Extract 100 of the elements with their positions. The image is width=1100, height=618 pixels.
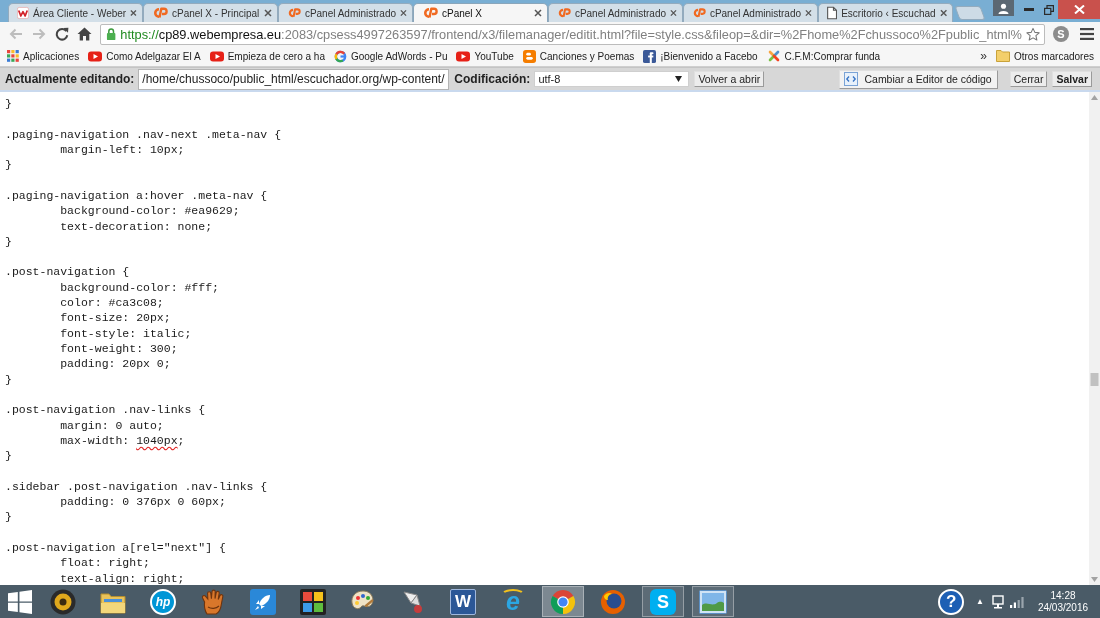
skype-icon: S: [650, 588, 676, 615]
browser-tab[interactable]: cPanel Administrado: [278, 3, 413, 22]
bookmark-folder[interactable]: Otros marcadores: [995, 50, 1094, 62]
user-button[interactable]: [993, 0, 1014, 16]
video-play-icon: [209, 50, 224, 62]
browser-tab[interactable]: cPanel Administrado: [548, 3, 683, 22]
bookmark-item[interactable]: Google AdWords - Pu: [333, 49, 448, 63]
code-line: background-color: #fff;: [59, 279, 219, 296]
glove-icon: [201, 588, 225, 615]
close-icon[interactable]: [534, 9, 542, 17]
bookmark-item[interactable]: Canciones y Poemas: [522, 49, 635, 63]
code-line: .post-navigation .nav-links {: [5, 402, 206, 418]
browser-tab[interactable]: Área Cliente - Weber: [8, 3, 143, 22]
clock-date: 24/03/2016: [1037, 601, 1089, 614]
cross-logo-icon: [766, 49, 781, 63]
path-field[interactable]: /home/chussoco/public_html/escuchador.org/wp-content/: [138, 68, 450, 90]
user-icon: [998, 2, 1009, 14]
code-line: .paging-navigation .nav-next .meta-nav {: [5, 126, 282, 142]
shuttlecock-icon: [401, 588, 425, 615]
code-line: .paging-navigation a:hover .meta-nav {: [5, 187, 268, 204]
caret-icon: [675, 76, 683, 82]
close-icon[interactable]: [805, 9, 812, 17]
close-icon[interactable]: [939, 9, 947, 17]
clock-time: 14:28: [1050, 589, 1076, 602]
site-logo-icon: [17, 6, 29, 20]
browser-tab[interactable]: Escritorio ‹ Escuchad: [818, 3, 953, 22]
reopen-button[interactable]: Volver a abrir: [694, 71, 765, 87]
code-line: .post-navigation {: [5, 264, 130, 280]
code-line: padding: 0 376px 0 60px;: [59, 494, 226, 510]
code-line: background-color: #ea9629;: [59, 203, 240, 219]
taskbar-button[interactable]: W: [442, 586, 484, 617]
browser-tab[interactable]: cPanel X: [413, 3, 548, 22]
close-icon: [1073, 5, 1085, 14]
code-line: text-align: right;: [59, 570, 185, 585]
close-icon[interactable]: [130, 9, 137, 17]
network-icon[interactable]: [992, 594, 1004, 609]
browser-tab[interactable]: cPanel X - Principal: [143, 3, 278, 22]
close-icon[interactable]: [264, 9, 272, 17]
code-line: }: [5, 448, 12, 464]
color-squares-icon: [300, 588, 326, 615]
bookmark-item[interactable]: ¡Bienvenido a Facebo: [643, 49, 758, 63]
browser-tab[interactable]: cPanel Administrado: [683, 3, 818, 22]
minimize-icon: [1024, 8, 1034, 11]
close-icon[interactable]: [670, 9, 677, 17]
bookmark-item[interactable]: Empieza de cero a ha: [209, 50, 325, 62]
bookmarks-overflow-button[interactable]: »: [980, 49, 987, 63]
menu-icon[interactable]: [1080, 28, 1094, 40]
bookmark-item[interactable]: YouTube: [456, 50, 514, 62]
encoding-select[interactable]: utf-8: [534, 71, 690, 87]
google-icon: [333, 49, 347, 63]
picture-icon: [699, 589, 727, 614]
encoding-label: Codificación:: [454, 72, 531, 86]
blogger-icon: [522, 49, 536, 63]
star-icon[interactable]: [1025, 26, 1040, 42]
logo-icon: [287, 7, 301, 19]
lock-icon: [106, 27, 117, 41]
code-line: }: [5, 509, 12, 525]
hp-logo-icon: hp: [150, 588, 176, 615]
code-line: max-width: 1040px;: [59, 432, 185, 449]
apps-grid-icon: [7, 50, 19, 62]
code-line: }: [5, 157, 12, 173]
help-icon[interactable]: ?: [938, 588, 965, 615]
taskbar-button[interactable]: [692, 586, 734, 617]
page-icon: [827, 6, 838, 20]
code-line: .sidebar .post-navigation .nav-links {: [5, 478, 268, 495]
code-line: }: [5, 371, 12, 387]
close-icon[interactable]: [400, 9, 407, 17]
scrollbar[interactable]: [1089, 92, 1100, 585]
close-editor-button[interactable]: Cerrar: [1009, 71, 1048, 87]
save-button[interactable]: Salvar: [1052, 71, 1092, 87]
logo-icon: [692, 7, 706, 19]
bookmark-item[interactable]: Como Adelgazar El A: [88, 50, 201, 62]
bookmark-item[interactable]: Aplicaciones: [7, 50, 80, 62]
code-line: padding: 20px 0;: [59, 356, 171, 372]
reload-icon[interactable]: [54, 27, 69, 41]
firefox-icon: [600, 588, 626, 615]
rocket-icon: [250, 588, 276, 615]
start-icon[interactable]: [8, 589, 32, 614]
code-editor-icon: [844, 72, 859, 86]
switch-editor-button[interactable]: Cambiar a Editor de código: [839, 69, 998, 89]
logo-icon: [557, 7, 571, 19]
video-play-icon: [456, 50, 471, 62]
code-line: text-decoration: none;: [59, 218, 213, 234]
code-line: color: #ca3c08;: [59, 295, 164, 311]
code-line: font-style: italic;: [59, 325, 192, 341]
logo-icon: [152, 7, 168, 19]
signal-icon[interactable]: [1010, 595, 1024, 608]
home-icon[interactable]: [77, 27, 92, 41]
code-line: margin: 0 auto;: [59, 417, 164, 433]
close-button[interactable]: [1058, 0, 1100, 19]
code-line: margin-left: 10px;: [59, 141, 185, 158]
chrome-icon: [550, 588, 576, 615]
facebook-icon: [643, 49, 657, 63]
restore-icon: [1044, 4, 1054, 15]
path-label: Actualmente editando:: [5, 72, 135, 86]
code-line: }: [5, 233, 12, 250]
bookmark-item[interactable]: C.F.M:Comprar funda: [766, 49, 881, 63]
address-bar[interactable]: https://cp89.webempresa.eu:2083/cpsess4997263597/frontend/x3/filemanager/editit.html?file=style.css&fileop=&dir=%2Fhome%2Fchussoco%2Fpublic_html%: [100, 23, 1045, 45]
tray-expand-button[interactable]: ▲: [976, 597, 984, 606]
folder-icon: [995, 50, 1010, 62]
